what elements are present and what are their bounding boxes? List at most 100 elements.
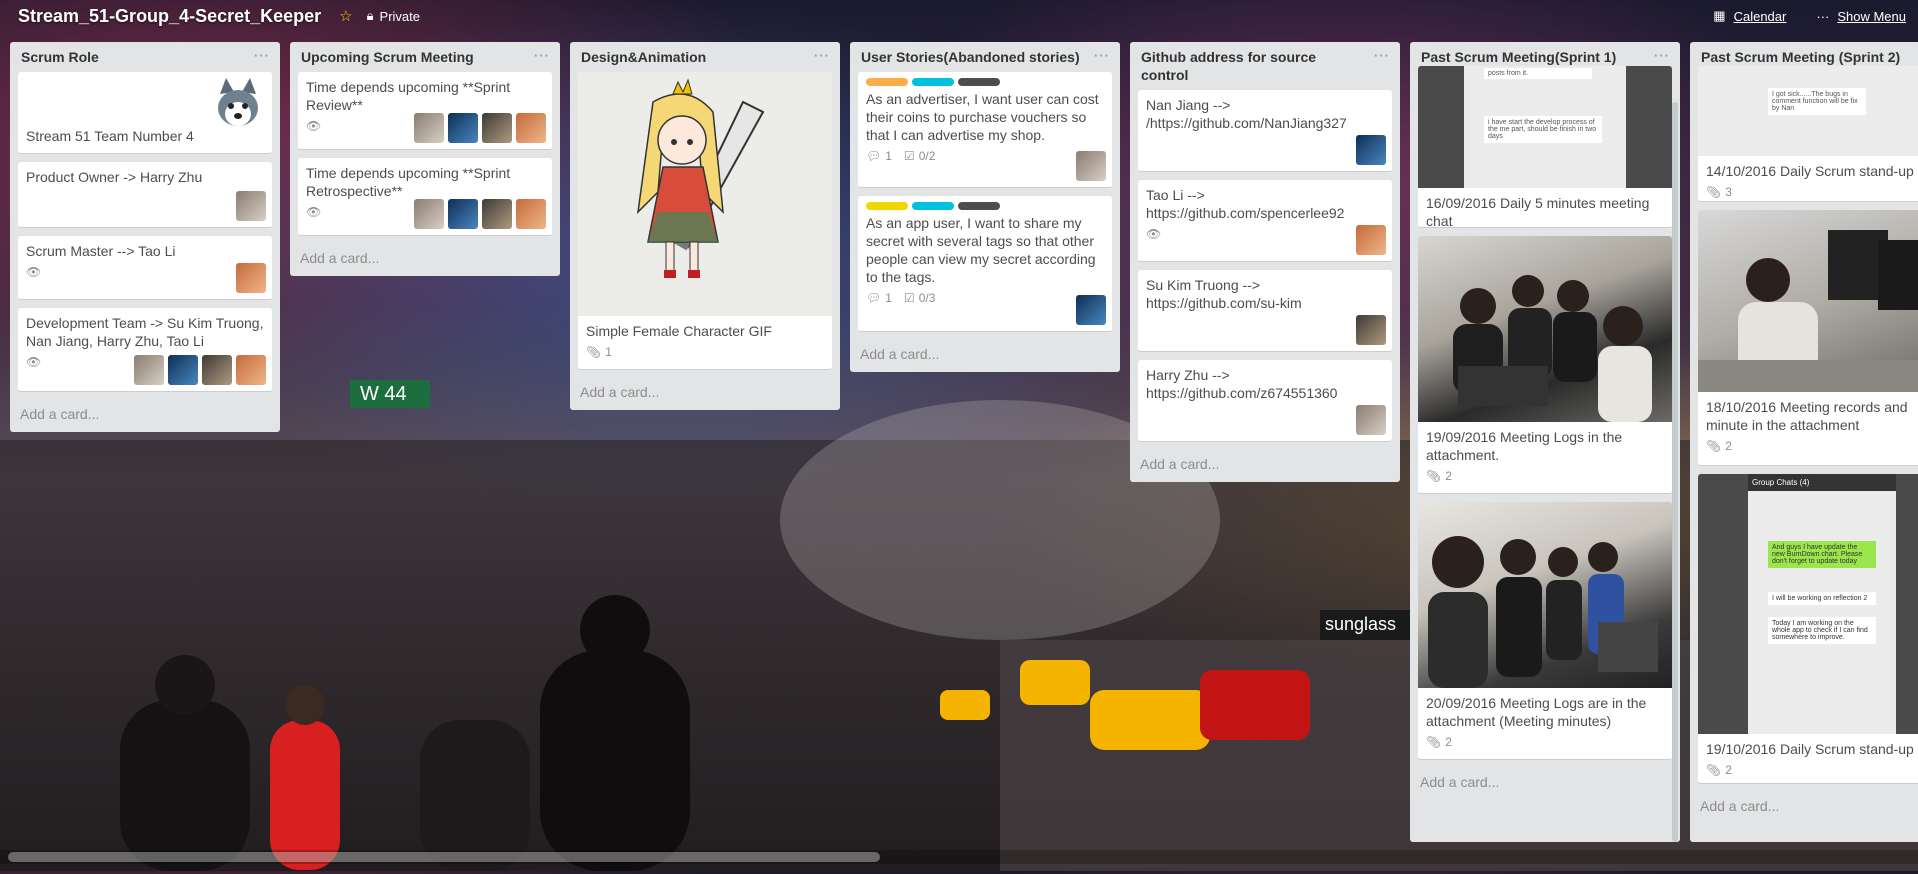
avatar: [202, 355, 232, 385]
avatar: [516, 199, 546, 229]
card-cover-image: I got sick......The bugs in comment func…: [1698, 66, 1918, 156]
checklist-icon: ☑: [903, 291, 915, 305]
card-cover-image: [1418, 236, 1672, 422]
avatar: [168, 355, 198, 385]
watch-icon: 👁︎: [1146, 227, 1162, 241]
list-past-scrum-sprint-1: Past Scrum Meeting(Sprint 1) ··· posts f…: [1410, 42, 1680, 842]
add-card-button[interactable]: Add a card...: [1698, 792, 1910, 816]
list-card[interactable]: Product Owner -> Harry Zhu: [18, 162, 272, 228]
attachment-count: 3: [1725, 185, 1732, 199]
paperclip-icon: 📎︎: [586, 345, 602, 359]
list-github-address: Github address for source control ··· Na…: [1130, 42, 1400, 482]
list-card[interactable]: 18/10/2016 Meeting records and minute in…: [1698, 210, 1918, 466]
card-title: 14/10/2016 Daily Scrum stand-up: [1706, 163, 1914, 179]
list-title[interactable]: Design&Animation: [581, 48, 706, 66]
card-title: Su Kim Truong --> https://github.com/su-…: [1146, 277, 1302, 311]
list-menu-icon[interactable]: ···: [814, 48, 830, 63]
list-scrum-role: Scrum Role ··· Stream 51 Team Number 4 P…: [10, 42, 280, 432]
card-title: Development Team -> Su Kim Truong, Nan J…: [26, 315, 264, 349]
avatar: [1356, 135, 1386, 165]
list-title[interactable]: Upcoming Scrum Meeting: [301, 48, 474, 66]
list-menu-icon[interactable]: ···: [1374, 48, 1390, 63]
list-card[interactable]: Scrum Master --> Tao Li 👁︎: [18, 236, 272, 300]
avatar: [1356, 405, 1386, 435]
list-card[interactable]: As an app user, I want to share my secre…: [858, 196, 1112, 332]
list-card[interactable]: posts from it. i have start the develop …: [1418, 66, 1672, 249]
watch-icon: 👁︎: [26, 265, 42, 279]
star-icon[interactable]: ☆: [339, 7, 352, 25]
list-card[interactable]: As an advertiser, I want user can cost t…: [858, 72, 1112, 188]
avatar: [516, 113, 546, 143]
comment-icon: 💬︎: [866, 291, 882, 305]
board-horizontal-scrollbar[interactable]: [8, 852, 880, 862]
team-photo: [1453, 275, 1652, 422]
card-title: Product Owner -> Harry Zhu: [26, 169, 203, 185]
more-icon: ···: [1816, 8, 1830, 24]
list-card[interactable]: Time depends upcoming **Sprint Review** …: [298, 72, 552, 150]
label-cyan: [912, 202, 954, 210]
list-card[interactable]: 20/09/2016 Meeting Logs are in the attac…: [1418, 502, 1672, 760]
checklist-count: 0/3: [918, 291, 936, 305]
add-card-button[interactable]: Add a card...: [298, 244, 552, 268]
chat-bubble: And guys I have update the new BurnDown …: [1768, 541, 1876, 568]
list-card[interactable]: Stream 51 Team Number 4: [18, 72, 272, 154]
list-title[interactable]: Past Scrum Meeting (Sprint 2): [1701, 48, 1900, 66]
list-card[interactable]: Harry Zhu --> https://github.com/z674551…: [1138, 360, 1392, 442]
show-menu-button[interactable]: ··· Show Menu: [1816, 8, 1906, 24]
list-card[interactable]: Development Team -> Su Kim Truong, Nan J…: [18, 308, 272, 392]
list-title[interactable]: Past Scrum Meeting(Sprint 1): [1421, 48, 1616, 66]
avatar: [482, 113, 512, 143]
chat-header: Group Chats (4): [1748, 474, 1896, 491]
attachment-badge: 📎︎3: [1706, 184, 1732, 200]
card-cover-image: posts from it. i have start the develop …: [1418, 66, 1672, 188]
list-card[interactable]: Nan Jiang --> /https://github.com/NanJia…: [1138, 90, 1392, 172]
list-card[interactable]: Time depends upcoming **Sprint Retrospec…: [298, 158, 552, 236]
list-card[interactable]: 19/09/2016 Meeting Logs in the attachmen…: [1418, 236, 1672, 494]
card-title: 18/10/2016 Meeting records and minute in…: [1706, 399, 1908, 433]
attachment-count: 2: [1445, 735, 1452, 749]
card-title: Simple Female Character GIF: [586, 323, 772, 339]
avatar: [1356, 225, 1386, 255]
board-title[interactable]: Stream_51-Group_4-Secret_Keeper: [18, 6, 321, 27]
chat-title: Group Chats (4): [1752, 478, 1810, 487]
card-title: Harry Zhu --> https://github.com/z674551…: [1146, 367, 1338, 401]
avatar: [482, 199, 512, 229]
add-card-button[interactable]: Add a card...: [1138, 450, 1392, 474]
list-menu-icon[interactable]: ···: [254, 48, 270, 63]
list-title[interactable]: User Stories(Abandoned stories): [861, 48, 1081, 66]
calendar-button[interactable]: ▦ Calendar: [1713, 8, 1786, 24]
add-card-button[interactable]: Add a card...: [18, 400, 272, 424]
list-card[interactable]: Su Kim Truong --> https://github.com/su-…: [1138, 270, 1392, 352]
list-menu-icon[interactable]: ···: [1654, 48, 1670, 63]
add-card-button[interactable]: Add a card...: [578, 378, 832, 402]
list-card[interactable]: I got sick......The bugs in comment func…: [1698, 66, 1918, 202]
attachment-badge: 📎︎ 2: [1426, 734, 1452, 750]
card-cover-image: Group Chats (4) And guys I have update t…: [1698, 474, 1918, 734]
show-menu-label: Show Menu: [1837, 8, 1906, 24]
list-card[interactable]: Simple Female Character GIF 📎︎ 1: [578, 72, 832, 370]
team-photo: [1428, 536, 1658, 688]
list-card[interactable]: Tao Li --> https://github.com/spencerlee…: [1138, 180, 1392, 262]
husky-sticker: [218, 78, 258, 126]
female-character-illustration: [636, 78, 765, 278]
card-cover-image: [1418, 502, 1672, 688]
list-title[interactable]: Scrum Role: [21, 48, 99, 66]
meeting-photo: [1698, 230, 1918, 392]
calendar-label: Calendar: [1733, 8, 1787, 24]
list-scrollbar[interactable]: [1672, 102, 1678, 842]
attachment-count: 2: [1725, 439, 1732, 453]
list-menu-icon[interactable]: ···: [534, 48, 550, 63]
comment-badge: 💬︎ 1: [866, 290, 892, 306]
visibility-button[interactable]: 🔒︎ Private: [367, 8, 420, 24]
list-title[interactable]: Github address for source control: [1141, 48, 1361, 84]
card-title: As an app user, I want to share my secre…: [866, 215, 1096, 285]
card-title: Time depends upcoming **Sprint Retrospec…: [306, 165, 511, 199]
label-dark: [958, 202, 1000, 210]
attachment-count: 1: [605, 345, 612, 359]
svg-text:W 44: W 44: [360, 383, 407, 405]
add-card-button[interactable]: Add a card...: [1418, 768, 1672, 792]
list-card[interactable]: Group Chats (4) And guys I have update t…: [1698, 474, 1918, 784]
add-card-button[interactable]: Add a card...: [858, 340, 1112, 364]
paperclip-icon: 📎︎: [1706, 185, 1722, 199]
list-menu-icon[interactable]: ···: [1094, 48, 1110, 63]
